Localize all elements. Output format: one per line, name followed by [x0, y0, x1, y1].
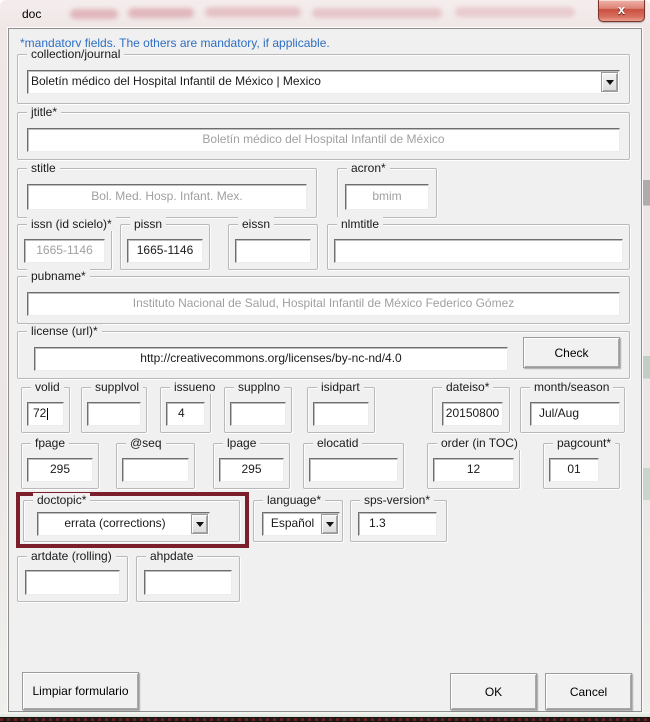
artdate-label: artdate (rolling)	[27, 549, 116, 563]
fpage-field[interactable]: 295	[27, 458, 93, 482]
glass-edge-bleed	[643, 180, 650, 500]
supplvol-label: supplvol	[91, 380, 143, 394]
lpage-field[interactable]: 295	[219, 458, 284, 482]
issn-label: issn (id scielo)*	[27, 217, 116, 231]
glass-bleed	[205, 7, 301, 17]
issueno-field[interactable]: 4	[166, 402, 205, 426]
doctopic-select[interactable]: errata (corrections)	[37, 512, 210, 536]
ahpdate-field[interactable]	[144, 570, 232, 595]
month-season-field[interactable]: Jul/Aug	[530, 402, 620, 426]
lpage-label: lpage	[223, 436, 260, 450]
license-field[interactable]: http://creativecommons.org/licenses/by-n…	[34, 347, 508, 371]
glass-bleed	[70, 9, 118, 19]
month-season-label: month/season	[530, 380, 613, 394]
volid-field[interactable]: 72	[27, 402, 64, 426]
chevron-down-icon[interactable]	[321, 514, 338, 534]
glass-bleed	[455, 7, 575, 17]
issn-field: 1665-1146	[24, 239, 105, 263]
collection-journal-value: Boletín médico del Hospital Infantil de …	[31, 71, 599, 93]
fpage-label: fpage	[31, 436, 69, 450]
artdate-field[interactable]	[25, 570, 120, 595]
background-window-band	[0, 717, 650, 722]
volid-value: 72	[33, 406, 46, 420]
chevron-down-icon[interactable]	[601, 72, 618, 92]
pissn-field[interactable]: 1665-1146	[127, 239, 203, 263]
isidpart-label: isidpart	[317, 380, 364, 394]
seq-label: @seq	[126, 436, 166, 450]
order-field[interactable]: 12	[433, 458, 514, 482]
license-label: license (url)*	[27, 324, 102, 338]
window-title: doc	[22, 7, 41, 21]
text-caret	[47, 408, 48, 420]
glass-bleed	[312, 8, 442, 18]
doc-dialog: doc x *mandatory fields. The others are …	[0, 0, 650, 722]
pubname-field: Instituto Nacional de Salud, Hospital In…	[27, 292, 620, 316]
language-select[interactable]: Español	[262, 512, 340, 536]
jtitle-label: jtitle*	[27, 105, 61, 119]
glass-bleed	[128, 8, 194, 18]
supplvol-field[interactable]	[87, 402, 141, 426]
dateiso-field[interactable]: 20150800	[442, 402, 503, 426]
pagcount-field[interactable]: 01	[549, 458, 599, 482]
doctopic-value: errata (corrections)	[41, 513, 189, 535]
issueno-label: issueno	[170, 380, 219, 394]
sps-version-field[interactable]: 1.3	[358, 512, 437, 536]
seq-field[interactable]	[122, 458, 189, 482]
acron-field: bmim	[345, 184, 429, 210]
pagcount-label: pagcount*	[553, 436, 615, 450]
eissn-label: eissn	[238, 217, 274, 231]
doctopic-label: doctopic*	[33, 493, 90, 507]
nlmtitle-label: nlmtitle	[337, 217, 383, 231]
elocatid-field[interactable]	[309, 458, 398, 482]
collection-journal-select[interactable]: Boletín médico del Hospital Infantil de …	[27, 70, 620, 94]
clear-form-button[interactable]: Limpiar formulario	[22, 672, 139, 710]
nlmtitle-field[interactable]	[334, 239, 623, 263]
supplno-label: supplno	[234, 380, 284, 394]
elocatid-label: elocatid	[313, 436, 362, 450]
cancel-button[interactable]: Cancel	[545, 673, 632, 710]
collection-journal-label: collection/journal	[27, 47, 124, 61]
pubname-label: pubname*	[27, 269, 90, 283]
order-label: order (in TOC)	[437, 436, 522, 450]
supplno-field[interactable]	[230, 402, 286, 426]
chevron-down-icon[interactable]	[191, 514, 208, 534]
title-bar[interactable]: doc x	[0, 0, 650, 28]
isidpart-field[interactable]	[313, 402, 369, 426]
check-button[interactable]: Check	[523, 337, 620, 368]
stitle-field: Bol. Med. Hosp. Infant. Mex.	[27, 184, 307, 210]
ahpdate-label: ahpdate	[146, 549, 197, 563]
acron-label: acron*	[347, 161, 390, 175]
close-icon[interactable]: x	[598, 0, 645, 22]
ok-button[interactable]: OK	[450, 673, 537, 710]
dateiso-label: dateiso*	[442, 380, 493, 394]
sps-version-label: sps-version*	[360, 493, 434, 507]
volid-label: volid	[31, 380, 64, 394]
language-label: language*	[263, 493, 325, 507]
pissn-label: pissn	[130, 217, 166, 231]
eissn-field[interactable]	[235, 239, 311, 263]
language-value: Español	[266, 513, 319, 535]
jtitle-field: Boletín médico del Hospital Infantil de …	[27, 128, 620, 152]
stitle-label: stitle	[27, 161, 60, 175]
